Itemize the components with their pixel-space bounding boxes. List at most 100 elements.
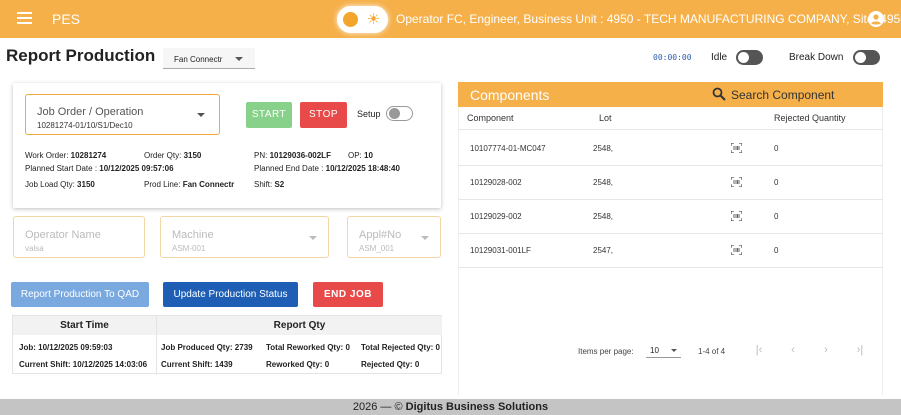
start-time-header: Start Time — [13, 316, 156, 335]
setup-toggle[interactable] — [386, 106, 413, 121]
update-production-status-button[interactable]: Update Production Status — [163, 282, 298, 307]
shift-info: Shift: S2 — [254, 180, 285, 189]
footer: 2026 — © Digitus Business Solutions — [0, 399, 901, 415]
theme-toggle[interactable]: ☀ — [337, 6, 388, 33]
job-order-value: 10281274-01/10/S1/Dec10 — [37, 121, 133, 130]
items-per-page-select[interactable]: 10 — [646, 343, 681, 358]
component-cell: 10129028-002 — [470, 178, 522, 187]
summary-divider — [156, 316, 157, 375]
barcode-scan-icon[interactable] — [731, 143, 742, 153]
job-produced-qty: Job Produced Qty: 2739 — [161, 343, 253, 352]
last-page-icon[interactable]: ›| — [853, 344, 867, 356]
idle-toggle-knob — [738, 52, 749, 63]
sun-icon: ☀ — [366, 11, 381, 28]
job-order-label: Job Order / Operation — [37, 106, 144, 118]
prod-line-info: Prod Line: Fan Connectr — [144, 180, 235, 189]
table-header-divider — [459, 129, 883, 130]
rejected-cell: 0 — [774, 144, 779, 153]
product-line-value: Fan Connectr — [174, 55, 223, 64]
barcode-scan-icon[interactable] — [731, 245, 742, 255]
table-row-divider — [459, 233, 883, 234]
current-shift-qty: Current Shift: 1439 — [161, 360, 233, 369]
components-title: Components — [470, 87, 550, 103]
chevron-down-icon — [671, 349, 677, 352]
operator-name-label: Operator Name — [25, 229, 101, 241]
user-info: Operator FC, Engineer, Business Unit : 4… — [396, 12, 901, 26]
setup-label: Setup — [357, 109, 381, 119]
barcode-scan-icon[interactable] — [731, 177, 742, 187]
column-header-lot[interactable]: Lot — [599, 113, 612, 123]
account-circle-icon[interactable] — [868, 11, 884, 27]
barcode-scan-icon[interactable] — [731, 211, 742, 221]
app-title: PES — [52, 11, 81, 27]
theme-toggle-knob — [343, 12, 358, 27]
items-per-page-value: 10 — [650, 346, 659, 355]
appl-no-label: Appl#No — [359, 229, 402, 241]
idle-label: Idle — [711, 52, 728, 63]
component-cell: 10129029-002 — [470, 212, 522, 221]
next-page-icon[interactable]: › — [819, 344, 833, 356]
op-info: OP: 10 — [348, 151, 373, 160]
lot-cell: 2548, — [593, 144, 614, 153]
chevron-down-icon — [197, 113, 205, 117]
product-line-select[interactable]: Fan Connectr — [163, 48, 255, 69]
planned-start-info: Planned Start Date : 10/12/2025 09:57:06 — [25, 164, 174, 173]
machine-label: Machine — [172, 229, 214, 241]
search-icon[interactable] — [712, 87, 726, 101]
breakdown-toggle[interactable] — [853, 50, 880, 65]
lot-cell: 2547, — [593, 246, 614, 255]
table-row-divider — [459, 267, 883, 268]
end-job-button[interactable]: END JOB — [313, 282, 383, 307]
lot-cell: 2548, — [593, 178, 614, 187]
production-summary: Start Time Report Qty Job: 10/12/2025 09… — [12, 315, 442, 375]
setup-toggle-knob — [389, 108, 400, 119]
job-load-qty-info: Job Load Qty: 3150 — [25, 180, 95, 189]
pn-info: PN: 10129036-002LF — [254, 151, 331, 160]
job-start-time: Job: 10/12/2025 09:59:03 — [19, 343, 113, 352]
report-qty-header: Report Qty — [157, 316, 442, 335]
start-button[interactable]: START — [246, 102, 292, 128]
job-card: Job Order / Operation 10281274-01/10/S1/… — [13, 83, 441, 208]
planned-end-info: Planned End Date : 10/12/2025 18:48:40 — [254, 164, 400, 173]
report-production-qad-button[interactable]: Report Production To QAD — [11, 282, 149, 307]
work-order-info: Work Order: 10281274 — [25, 151, 107, 160]
total-rejected-qty: Total Rejected Qty: 0 — [361, 343, 440, 352]
items-per-page-label: Items per page: — [578, 347, 634, 356]
reworked-qty: Reworked Qty: 0 — [266, 360, 330, 369]
search-component-button[interactable]: Search Component — [731, 88, 834, 102]
breakdown-label: Break Down — [789, 52, 844, 63]
page-title: Report Production — [6, 46, 156, 65]
appl-no-select[interactable]: Appl#No ASM_001 — [347, 216, 441, 258]
footer-year: 2026 — © — [352, 401, 403, 413]
total-reworked-qty: Total Reworked Qty: 0 — [266, 343, 350, 352]
lot-cell: 2548, — [593, 212, 614, 221]
column-header-component[interactable]: Component — [467, 113, 514, 123]
operator-name-value: valsa — [25, 244, 44, 253]
component-cell: 10107774-01-MC047 — [470, 144, 546, 153]
chevron-down-icon — [309, 236, 317, 240]
first-page-icon[interactable]: |‹ — [752, 344, 766, 356]
machine-value: ASM-001 — [172, 244, 206, 253]
order-qty-info: Order Qty: 3150 — [144, 151, 202, 160]
table-row-divider — [459, 165, 883, 166]
rejected-cell: 0 — [774, 178, 779, 187]
idle-toggle[interactable] — [736, 50, 763, 65]
stop-button[interactable]: STOP — [300, 102, 347, 128]
rejected-qty: Rejected Qty: 0 — [361, 360, 420, 369]
column-header-rejected-quantity[interactable]: Rejected Quantity — [774, 113, 846, 123]
table-row-divider — [459, 199, 883, 200]
page-range: 1-4 of 4 — [698, 347, 726, 356]
rejected-cell: 0 — [774, 246, 779, 255]
previous-page-icon[interactable]: ‹ — [786, 344, 800, 356]
timer: 00:00:00 — [653, 53, 692, 62]
hamburger-icon[interactable] — [17, 12, 32, 24]
chevron-down-icon — [235, 57, 243, 61]
current-shift-start-time: Current Shift: 10/12/2025 14:03:06 — [19, 360, 148, 369]
rejected-cell: 0 — [774, 212, 779, 221]
breakdown-toggle-knob — [855, 52, 866, 63]
top-bar: PES ☀ Operator FC, Engineer, Business Un… — [0, 0, 901, 38]
machine-select[interactable]: Machine ASM-001 — [160, 216, 329, 258]
appl-no-value: ASM_001 — [359, 244, 395, 253]
job-order-select[interactable]: Job Order / Operation 10281274-01/10/S1/… — [25, 94, 220, 135]
operator-name-field[interactable]: Operator Name valsa — [13, 216, 145, 258]
